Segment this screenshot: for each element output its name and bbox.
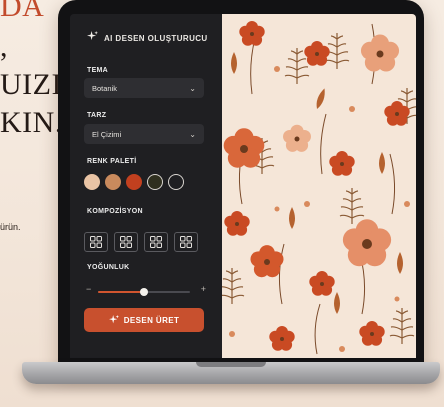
theme-value: Botanik [92,83,118,93]
plus-icon[interactable]: + [201,284,206,294]
style-select[interactable]: El Çizimi ⌄ [84,124,204,144]
panel-title: AI DESEN OLUŞTURUCU [104,33,208,43]
theme-select[interactable]: Botanik ⌄ [84,78,204,98]
color-swatch[interactable] [126,174,142,190]
chevron-down-icon: ⌄ [189,129,196,139]
color-swatch[interactable] [105,174,121,190]
floral-pattern-image [219,21,416,355]
ai-pattern-generator-panel: AI DESEN OLUŞTURUCU TEMA Botanik ⌄ TARZ … [70,14,222,358]
generate-pattern-button[interactable]: DESEN ÜRET [84,308,204,332]
headline-line-1: DA [0,0,45,23]
pattern-preview [219,14,416,358]
caption-text: ürün. [0,222,21,232]
chevron-down-icon: ⌄ [189,83,196,93]
slider-thumb[interactable] [140,288,148,296]
minus-icon[interactable]: − [86,284,91,294]
style-label: TARZ [87,112,107,119]
color-swatch[interactable] [84,174,100,190]
grid-icon [180,236,192,248]
slider-track[interactable] [98,288,190,296]
headline-line-4: KIN. [0,106,63,139]
composition-option[interactable] [144,232,168,252]
density-slider[interactable]: − + [84,284,206,298]
composition-option[interactable] [84,232,108,252]
headline-line-2: , [0,30,8,63]
density-label: YOĞUNLUK [87,264,130,271]
slider-fill [98,291,144,293]
grid-icon [120,236,132,248]
grid-icon [90,236,102,248]
generate-button-label: DESEN ÜRET [123,315,180,325]
color-swatch[interactable] [147,174,163,190]
add-color-swatch[interactable] [168,174,184,190]
sparkles-icon [87,31,98,45]
theme-label: TEMA [87,67,109,74]
headline-line-3: UIZI [0,68,62,101]
composition-option[interactable] [114,232,138,252]
composition-options [84,232,198,252]
grid-icon [150,236,162,248]
laptop-notch [196,362,266,367]
laptop-base [22,362,440,384]
background-headline: DA , UIZI KIN. ürün. [0,0,63,407]
color-palette [84,174,184,190]
palette-label: RENK PALETİ [87,158,137,165]
laptop-screen: AI DESEN OLUŞTURUCU TEMA Botanik ⌄ TARZ … [70,14,416,358]
style-value: El Çizimi [92,129,122,139]
panel-header: AI DESEN OLUŞTURUCU [87,31,208,45]
sparkles-icon [108,315,119,324]
composition-option[interactable] [174,232,198,252]
composition-label: KOMPOZİSYON [87,208,143,215]
